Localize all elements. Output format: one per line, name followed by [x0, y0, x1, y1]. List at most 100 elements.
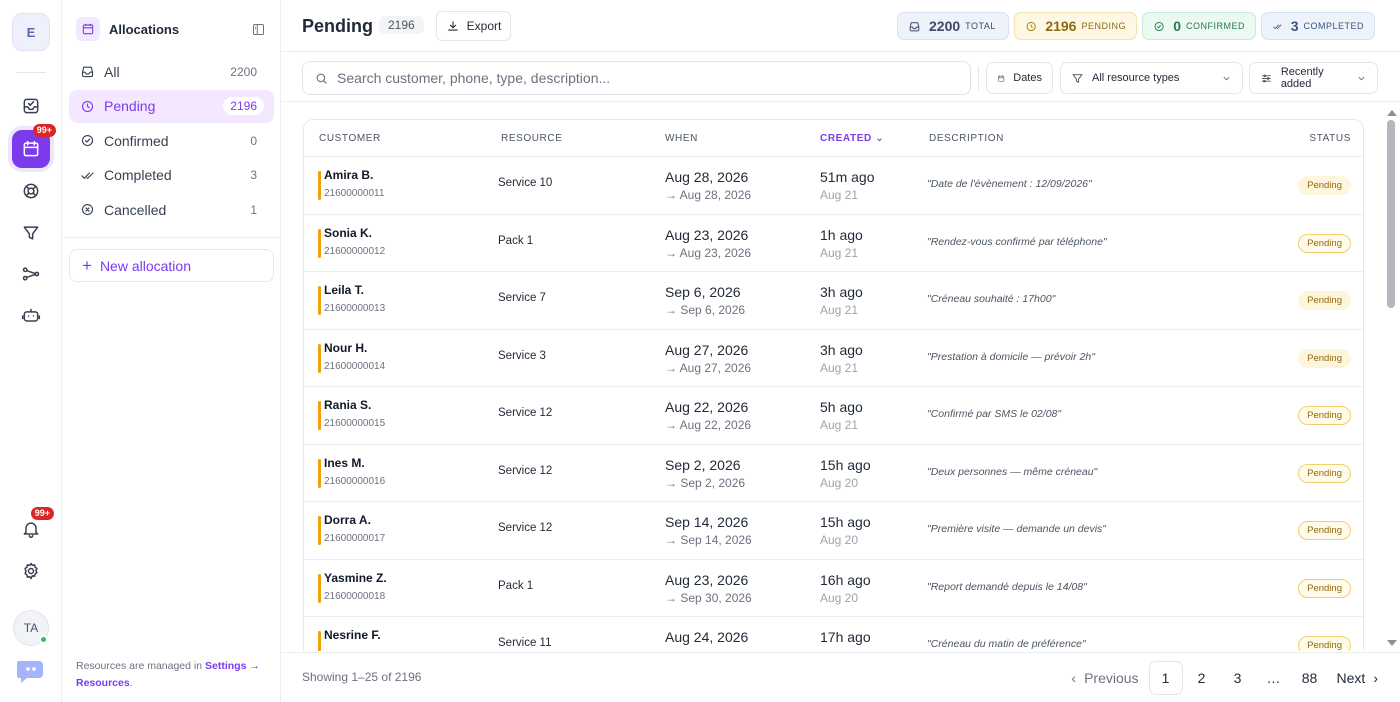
when-end: → Aug 28, 2026 [665, 188, 752, 202]
sidebar-item-all[interactable]: All 2200 [69, 55, 274, 88]
sidebar-item-label: All [104, 63, 120, 80]
total-stat-chip[interactable]: 2200 TOTAL [897, 12, 1009, 40]
confirmed-stat-chip[interactable]: 0 CONFIRMED [1142, 12, 1256, 40]
scroll-up-arrow-icon[interactable] [1387, 110, 1397, 116]
notifications-badge: 99+ [30, 507, 54, 520]
rail-support-button[interactable] [12, 172, 50, 210]
chevron-left-icon: ‹ [1071, 670, 1077, 686]
table-footer: Showing 1–25 of 2196 ‹ Previous 1 2 3 … 8… [281, 652, 1400, 702]
check-circle-icon [81, 134, 94, 147]
completed-stat-chip[interactable]: 3 COMPLETED [1261, 12, 1375, 40]
description-text: "Créneau du matin de préférence" [927, 638, 1086, 650]
page-button-88[interactable]: 88 [1293, 661, 1327, 695]
status-badge: Pending [1298, 463, 1351, 483]
customer-phone: 21600000017 [324, 533, 386, 544]
table-row[interactable]: Amira B. 21600000011 Service 10 Aug 28, 202… [304, 157, 1363, 215]
created-header-label: Created [820, 133, 872, 144]
sidebar-item-confirmed[interactable]: Confirmed 0 [69, 124, 274, 157]
bell-icon [23, 522, 39, 539]
created-relative: 3h ago [820, 341, 863, 358]
column-header-resource[interactable]: RESOURCE [501, 133, 562, 144]
sidebar-item-label: Pending [104, 98, 156, 114]
pending-status-bar [318, 286, 321, 315]
next-label: Next [1336, 670, 1366, 686]
table-row[interactable]: Leila T. 21600000013 Service 7 Sep 6, 2026 →… [304, 272, 1363, 330]
sidebar-item-pending[interactable]: Pending 2196 [69, 89, 274, 123]
pagination: ‹ Previous 1 2 3 … 88 Next › [1061, 661, 1386, 695]
customer-name: Leila T. [324, 283, 365, 297]
sort-select[interactable]: Recently added [1249, 62, 1378, 94]
calendar-icon [998, 74, 1005, 82]
footer-note-period: . [129, 677, 133, 689]
filter-divider [978, 66, 979, 90]
column-header-created[interactable]: Created ⌄ [820, 133, 884, 144]
online-status-dot [39, 635, 48, 644]
column-header-description[interactable]: DESCRIPTION [929, 133, 1004, 144]
sidebar-item-completed[interactable]: Completed 3 [69, 159, 274, 192]
description-text: "Prestation à domicile — prévoir 2h" [927, 350, 1095, 363]
rail-calendar-button[interactable]: 99+ [12, 124, 56, 168]
table-body: Amira B. 21600000011 Service 10 Aug 28, 202… [304, 157, 1363, 651]
page-button-2[interactable]: 2 [1185, 661, 1219, 695]
page-button-1[interactable]: 1 [1148, 661, 1183, 695]
total-unit: TOTAL [965, 21, 996, 31]
rail-settings-button[interactable] [12, 552, 50, 590]
pending-stat-chip[interactable]: 2196 PENDING [1014, 12, 1137, 40]
user-avatar[interactable]: TA [13, 610, 49, 646]
next-page-button[interactable]: Next › [1329, 661, 1386, 695]
clock-icon [81, 100, 94, 112]
table-row[interactable]: Yasmine Z. 21600000018 Pack 1 Aug 23, 2026 →… [304, 560, 1363, 617]
sidebar-header: Allocations [76, 15, 268, 43]
chevron-right-icon: › [1373, 670, 1378, 686]
table-row[interactable]: Sonia K. 21600000012 Pack 1 Aug 23, 2026 → A… [304, 215, 1363, 272]
pending-value: 2196 [1045, 18, 1077, 34]
sidebar-item-count: 3 [250, 168, 257, 182]
created-date: Aug 20 [820, 475, 859, 490]
column-header-status[interactable]: STATUS [1309, 133, 1351, 144]
export-button[interactable]: Export [436, 11, 511, 41]
rail-flow-button[interactable] [12, 255, 50, 293]
column-header-when[interactable]: WHEN [665, 133, 698, 144]
calendar-badge: 99+ [32, 124, 56, 137]
table-row[interactable]: Ines M. 21600000016 Service 12 Sep 2, 2026 →… [304, 445, 1363, 502]
sidebar-item-cancelled[interactable]: Cancelled 1 [69, 193, 274, 226]
rail-inbox-button[interactable] [12, 87, 50, 125]
when-start: Aug 24, 2026 [665, 629, 749, 645]
collapse-sidebar-button[interactable] [248, 19, 268, 39]
previous-page-button[interactable]: ‹ Previous [1063, 661, 1146, 695]
when-end: → Sep 14, 2026 [665, 533, 752, 547]
check-circle-icon [1154, 21, 1164, 31]
pending-status-bar [318, 631, 321, 651]
dates-filter-button[interactable]: Dates [986, 62, 1053, 94]
assistant-chat-icon[interactable] [15, 657, 47, 685]
customer-phone: 21600000018 [324, 590, 386, 602]
resource-type-value: All resource types [1092, 72, 1180, 84]
table-row[interactable]: Rania S. 21600000015 Service 12 Aug 22, 202… [304, 387, 1363, 445]
rail-filter-button[interactable] [12, 214, 50, 252]
column-header-customer[interactable]: CUSTOMER [319, 133, 381, 144]
table-scrollbar[interactable] [1382, 104, 1400, 652]
sidebar-item-label: Completed [104, 167, 172, 183]
resource-name: Service 10 [498, 177, 553, 189]
page-button-3[interactable]: 3 [1221, 661, 1255, 695]
resource-name: Service 12 [498, 407, 553, 419]
table-row[interactable]: Nesrine F. Service 11 Aug 24, 2026 17h ago "… [304, 617, 1363, 651]
description-text: "Date de l'évènement : 12/09/2026" [927, 178, 1092, 190]
table-row[interactable]: Dorra A. 21600000017 Service 12 Sep 14, 202… [304, 502, 1363, 560]
search-input[interactable] [337, 70, 937, 86]
table-row[interactable]: Nour H. 21600000014 Service 3 Aug 27, 2026 →… [304, 330, 1363, 387]
sort-desc-icon: ⌄ [875, 133, 885, 144]
scroll-down-arrow-icon[interactable] [1387, 640, 1397, 646]
pending-status-bar [318, 573, 321, 603]
search-box[interactable] [302, 61, 971, 95]
pending-unit: PENDING [1081, 21, 1126, 31]
when-start: Sep 14, 2026 [665, 514, 749, 530]
workspace-switcher[interactable]: E [12, 13, 50, 51]
rail-notifications-button[interactable]: 99+ [12, 507, 54, 548]
new-allocation-button[interactable]: + New allocation [69, 249, 274, 282]
scrollbar-thumb[interactable] [1387, 120, 1395, 308]
when-start: Aug 27, 2026 [665, 341, 749, 358]
resource-type-select[interactable]: All resource types [1060, 62, 1243, 94]
resource-name: Service 12 [498, 464, 553, 477]
rail-bot-button[interactable] [12, 297, 50, 335]
